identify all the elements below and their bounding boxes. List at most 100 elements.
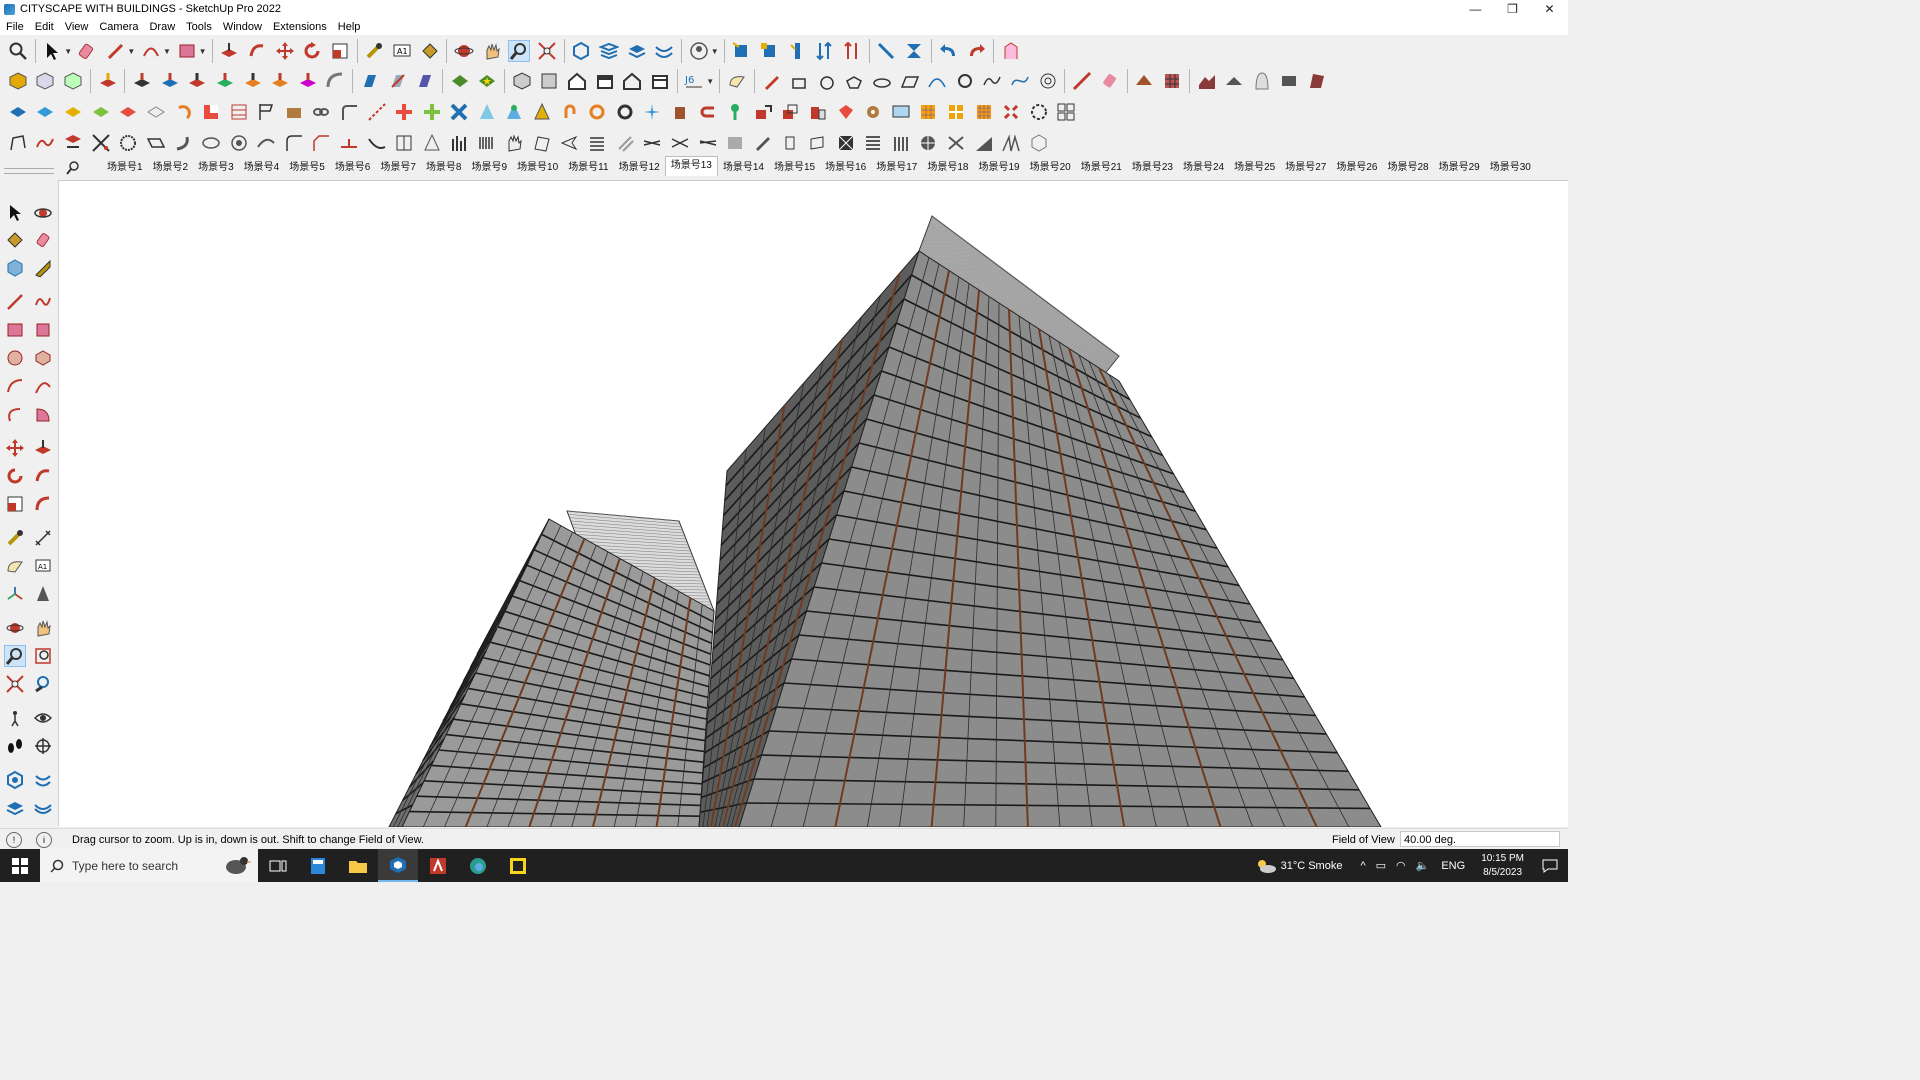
green-plate-icon[interactable] xyxy=(90,101,112,123)
arrows-up-down-icon[interactable] xyxy=(813,40,835,62)
scene-tab[interactable]: 场景号30 xyxy=(1485,159,1536,177)
chevron-down-icon[interactable]: ▼ xyxy=(711,47,719,56)
section-plane-tool-icon[interactable] xyxy=(32,735,54,757)
scene-tab[interactable]: 场景号10 xyxy=(512,159,563,177)
three-point-arc-tool-icon[interactable] xyxy=(4,403,26,425)
zoom-tool-icon[interactable] xyxy=(4,645,26,667)
hook-icon[interactable] xyxy=(559,101,581,123)
file-explorer-icon[interactable] xyxy=(338,849,378,882)
chevron-down-icon[interactable]: ▼ xyxy=(163,47,171,56)
offset-icon[interactable] xyxy=(338,101,360,123)
terrain-icon[interactable] xyxy=(1196,70,1218,92)
search-icon[interactable] xyxy=(7,40,29,62)
wifi-icon[interactable]: ◠ xyxy=(1396,859,1406,872)
undo-icon[interactable] xyxy=(938,40,960,62)
rectangle-tool-icon[interactable] xyxy=(4,319,26,341)
volume-icon[interactable]: 🔈 xyxy=(1416,859,1430,872)
flip-edge-icon[interactable] xyxy=(1278,70,1300,92)
circle-shape-icon[interactable] xyxy=(816,70,838,92)
battery-icon[interactable]: ▭ xyxy=(1376,859,1386,872)
ellipse-shape-icon[interactable] xyxy=(871,70,893,92)
text-tool-icon[interactable]: A1 xyxy=(32,555,54,577)
edge-browser-icon[interactable] xyxy=(458,849,498,882)
vertical-bar-icon[interactable] xyxy=(786,40,808,62)
wood-block-icon[interactable] xyxy=(283,101,305,123)
glove-icon[interactable] xyxy=(503,132,525,154)
paint-bucket-icon[interactable] xyxy=(419,40,441,62)
scene-tab[interactable]: 场景号28 xyxy=(1382,159,1433,177)
arrow-cross-3-icon[interactable] xyxy=(697,132,719,154)
protractor-icon[interactable] xyxy=(726,70,748,92)
panel-stack-icon[interactable] xyxy=(724,132,746,154)
zoom-extents-icon[interactable] xyxy=(536,40,558,62)
rect-shape-icon[interactable] xyxy=(788,70,810,92)
extrude-red-icon[interactable] xyxy=(186,70,208,92)
3d-text-tool-icon[interactable] xyxy=(32,583,54,605)
columns-icon[interactable] xyxy=(448,132,470,154)
scene-tab[interactable]: 场景号21 xyxy=(1076,159,1127,177)
bezier-icon[interactable] xyxy=(1009,70,1031,92)
cone-icon[interactable] xyxy=(476,101,498,123)
sticky-notes-icon[interactable] xyxy=(498,849,538,882)
bubble-icon[interactable] xyxy=(145,132,167,154)
circle-tool-icon[interactable] xyxy=(4,347,26,369)
stairs-icon[interactable] xyxy=(228,101,250,123)
previous-view-icon[interactable] xyxy=(32,673,54,695)
torus-icon[interactable] xyxy=(954,70,976,92)
bin-icon[interactable] xyxy=(669,101,691,123)
offset-tool-icon[interactable] xyxy=(32,493,54,515)
walk-footprints-icon[interactable] xyxy=(4,735,26,757)
scene-tab[interactable]: 场景号23 xyxy=(1127,159,1178,177)
red-square-icon[interactable] xyxy=(200,101,222,123)
arrows-up-red-icon[interactable] xyxy=(841,40,863,62)
tree-icon[interactable] xyxy=(503,101,525,123)
autocad-icon[interactable] xyxy=(418,849,458,882)
extrude-orange-icon[interactable] xyxy=(242,70,264,92)
louvers-icon[interactable] xyxy=(586,132,608,154)
rotate-tool-icon[interactable] xyxy=(4,465,26,487)
push-pull-red-icon[interactable] xyxy=(97,70,119,92)
arc-tool-icon[interactable] xyxy=(4,375,26,397)
sketchup-taskbar-icon[interactable] xyxy=(378,849,418,882)
clock[interactable]: 10:15 PM 8/5/2023 xyxy=(1481,852,1524,880)
fillet-icon[interactable] xyxy=(283,132,305,154)
task-view-icon[interactable] xyxy=(258,849,298,882)
chevron-down-icon[interactable]: ▼ xyxy=(706,77,714,86)
move-tool-icon[interactable] xyxy=(4,437,26,459)
parallelogram-icon[interactable] xyxy=(899,70,921,92)
grid-roof-icon[interactable] xyxy=(1161,70,1183,92)
tape-measure-tool-icon[interactable] xyxy=(4,527,26,549)
weather-text[interactable]: 31°C Smoke xyxy=(1281,860,1343,872)
top-view-icon[interactable] xyxy=(538,70,560,92)
solid-intersect-icon[interactable] xyxy=(34,70,56,92)
cut-icon[interactable] xyxy=(90,132,112,154)
freehand-icon[interactable] xyxy=(981,70,1003,92)
right-view-icon[interactable] xyxy=(594,70,616,92)
polygon-shape-icon[interactable] xyxy=(843,70,865,92)
scene-tab[interactable]: 场景号19 xyxy=(973,159,1024,177)
eraser-icon[interactable] xyxy=(32,229,54,251)
arrow-cross-2-icon[interactable] xyxy=(669,132,691,154)
rotate-orange-icon[interactable] xyxy=(172,101,194,123)
select-arrow-icon[interactable] xyxy=(41,40,63,62)
drawing-viewport[interactable] xyxy=(59,180,1568,827)
pan-hand-icon[interactable] xyxy=(32,617,54,639)
geolocation-icon[interactable]: ! xyxy=(6,831,22,848)
sandbox-icon[interactable] xyxy=(653,40,675,62)
scene-tab[interactable]: 场景号25 xyxy=(1229,159,1280,177)
search-icon[interactable] xyxy=(62,161,84,175)
hexagon-outline-icon[interactable] xyxy=(1028,132,1050,154)
grille-icon[interactable] xyxy=(476,132,498,154)
polyline-icon[interactable] xyxy=(7,132,29,154)
drape-icon[interactable] xyxy=(1251,70,1273,92)
extrude-magenta-icon[interactable] xyxy=(297,70,319,92)
chain-icon[interactable] xyxy=(310,101,332,123)
white-plate-icon[interactable] xyxy=(145,101,167,123)
face-star-icon[interactable] xyxy=(476,70,498,92)
scene-tab[interactable]: 场景号6 xyxy=(330,159,376,177)
menu-tools[interactable]: Tools xyxy=(180,21,217,33)
scene-tab[interactable]: 场景号26 xyxy=(1331,159,1382,177)
windows-start-icon[interactable] xyxy=(0,849,40,882)
measurements-input[interactable]: 40.00 deg. xyxy=(1400,831,1560,847)
rotated-rectangle-tool-icon[interactable] xyxy=(32,319,54,341)
